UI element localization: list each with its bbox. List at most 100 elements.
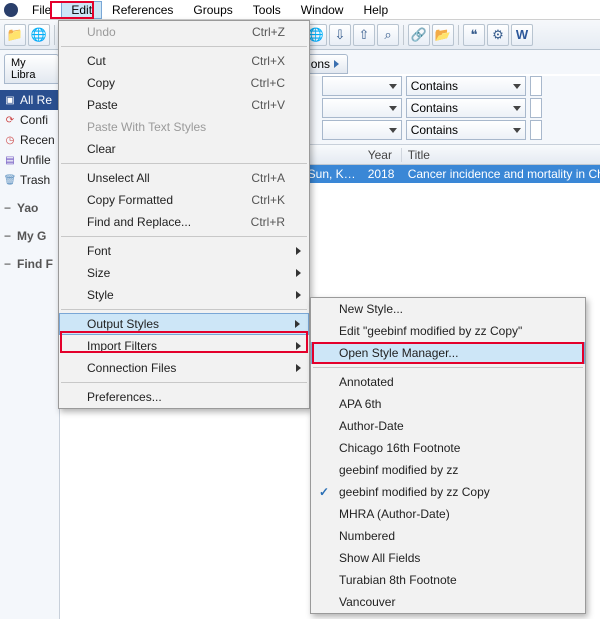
separator (458, 25, 459, 45)
menu-separator (61, 163, 307, 164)
shortcut-label: Ctrl+X (251, 54, 285, 68)
combo-value: Contains (411, 79, 458, 93)
menu-item-size[interactable]: Size (59, 262, 309, 284)
menu-item-clear[interactable]: Clear (59, 138, 309, 160)
menu-groups[interactable]: Groups (183, 1, 242, 19)
menu-item-font[interactable]: Font (59, 240, 309, 262)
value-input[interactable] (530, 120, 542, 140)
menu-item-mhra-author-date[interactable]: MHRA (Author-Date) (311, 503, 585, 525)
field-combo[interactable] (322, 98, 402, 118)
sidebar-item-all[interactable]: ▣All Re (0, 90, 59, 110)
sidebar-item-recent[interactable]: ◷Recen (0, 130, 59, 150)
menu-item-turabian-8th-footnote[interactable]: Turabian 8th Footnote (311, 569, 585, 591)
export-down-icon[interactable]: ⇩ (329, 24, 351, 46)
submenu-arrow-icon (296, 364, 301, 372)
sidebar-tab[interactable]: My Libra (4, 54, 59, 84)
separator (54, 25, 55, 45)
menu-item-output-styles[interactable]: Output Styles (59, 313, 309, 335)
find-icon[interactable]: ⌕ (377, 24, 399, 46)
menu-item-unselect-all[interactable]: Unselect AllCtrl+A (59, 167, 309, 189)
menu-item-label: Size (87, 266, 110, 280)
menu-item-preferences[interactable]: Preferences... (59, 386, 309, 408)
menu-window[interactable]: Window (291, 1, 354, 19)
value-input[interactable] (530, 76, 542, 96)
menu-item-cut[interactable]: CutCtrl+X (59, 50, 309, 72)
app-icon (4, 3, 18, 17)
menu-item-find-and-replace[interactable]: Find and Replace...Ctrl+R (59, 211, 309, 233)
menu-item-style[interactable]: Style (59, 284, 309, 306)
menu-tools[interactable]: Tools (243, 1, 291, 19)
collapse-icon: − (4, 257, 11, 271)
menu-separator (61, 236, 307, 237)
menu-item-label: Style (87, 288, 114, 302)
menu-item-label: MHRA (Author-Date) (339, 507, 450, 521)
sidebar-item-unfiled[interactable]: ▤ Unfile (0, 150, 59, 170)
folder-icon[interactable]: 📁 (4, 24, 26, 46)
box-icon: ▤ (4, 154, 16, 166)
menu-file[interactable]: File (22, 1, 61, 19)
menu-item-new-style[interactable]: New Style... (311, 298, 585, 320)
menu-references[interactable]: References (102, 1, 183, 19)
value-input[interactable] (530, 98, 542, 118)
menu-item-geebinf-modified-by-zz-copy[interactable]: ✓geebinf modified by zz Copy (311, 481, 585, 503)
folder-open-icon[interactable]: 📂 (432, 24, 454, 46)
menu-item-paste[interactable]: PasteCtrl+V (59, 94, 309, 116)
menu-item-apa-6th[interactable]: APA 6th (311, 393, 585, 415)
menu-item-label: Preferences... (87, 390, 162, 404)
menu-item-copy-formatted[interactable]: Copy FormattedCtrl+K (59, 189, 309, 211)
caret-down-icon (513, 128, 521, 133)
menu-edit[interactable]: Edit (61, 1, 102, 19)
sidebar-group-find[interactable]: −Find F (0, 254, 59, 274)
menu-item-vancouver[interactable]: Vancouver (311, 591, 585, 613)
menu-item-label: New Style... (339, 302, 403, 316)
field-combo[interactable] (322, 76, 402, 96)
submenu-arrow-icon (295, 320, 300, 328)
menu-item-label: Import Filters (87, 339, 157, 353)
sidebar-item-trash[interactable]: 🗑Trash (0, 170, 59, 190)
menu-item-label: Annotated (339, 375, 394, 389)
menu-item-connection-files[interactable]: Connection Files (59, 357, 309, 379)
export-up-icon[interactable]: ⇧ (353, 24, 375, 46)
link-icon[interactable]: 🔗 (408, 24, 430, 46)
sidebar-item-label: Unfile (20, 153, 51, 167)
shortcut-label: Ctrl+R (251, 215, 285, 229)
sidebar-group-label: My G (17, 229, 46, 243)
sidebar-item-label: All Re (20, 93, 52, 107)
quote-icon[interactable]: ❝ (463, 24, 485, 46)
sidebar-group-mygroups[interactable]: −My G (0, 226, 59, 246)
menu-item-open-style-manager[interactable]: Open Style Manager... (311, 342, 585, 364)
menu-item-undo: UndoCtrl+Z (59, 21, 309, 43)
menu-item-import-filters[interactable]: Import Filters (59, 335, 309, 357)
operator-combo[interactable]: Contains (406, 120, 526, 140)
menu-item-edit-geebinf-modified-by-zz-copy[interactable]: Edit "geebinf modified by zz Copy" (311, 320, 585, 342)
menu-item-label: Numbered (339, 529, 395, 543)
sidebar-item-configure[interactable]: ⟳Confi (0, 110, 59, 130)
menu-item-label: Font (87, 244, 111, 258)
menu-item-annotated[interactable]: Annotated (311, 371, 585, 393)
menu-item-copy[interactable]: CopyCtrl+C (59, 72, 309, 94)
th-year[interactable]: Year (362, 148, 402, 162)
menu-item-show-all-fields[interactable]: Show All Fields (311, 547, 585, 569)
menu-item-label: Paste (87, 98, 118, 112)
operator-combo[interactable]: Contains (406, 76, 526, 96)
shortcut-label: Ctrl+A (251, 171, 285, 185)
th-title[interactable]: Title (402, 148, 600, 162)
shortcut-label: Ctrl+K (251, 193, 285, 207)
menu-help[interactable]: Help (353, 1, 398, 19)
menu-item-label: Show All Fields (339, 551, 420, 565)
separator (403, 25, 404, 45)
menu-item-author-date[interactable]: Author-Date (311, 415, 585, 437)
menu-separator (61, 382, 307, 383)
globe-icon[interactable]: 🌐 (28, 24, 50, 46)
menu-item-geebinf-modified-by-zz[interactable]: geebinf modified by zz (311, 459, 585, 481)
menubar: File Edit References Groups Tools Window… (0, 0, 600, 20)
submenu-arrow-icon (296, 247, 301, 255)
word-icon[interactable]: W (511, 24, 533, 46)
sidebar-group-yao[interactable]: −Yao (0, 198, 59, 218)
menu-item-numbered[interactable]: Numbered (311, 525, 585, 547)
field-combo[interactable] (322, 120, 402, 140)
settings-icon[interactable]: ⚙ (487, 24, 509, 46)
operator-combo[interactable]: Contains (406, 98, 526, 118)
menu-item-label: Edit "geebinf modified by zz Copy" (339, 324, 522, 338)
menu-item-chicago-16th-footnote[interactable]: Chicago 16th Footnote (311, 437, 585, 459)
